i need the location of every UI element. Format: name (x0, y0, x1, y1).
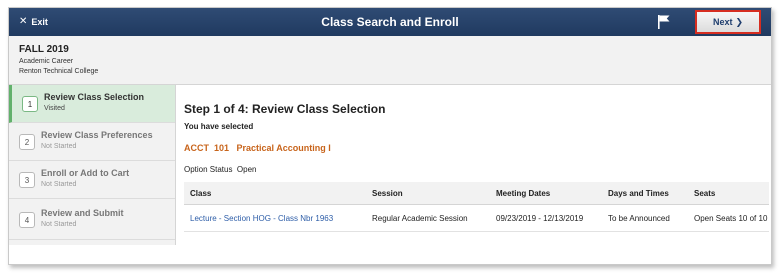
column-header-days-times: Days and Times (602, 182, 688, 205)
class-section-link[interactable]: Lecture - Section HOG - Class Nbr 1963 (184, 204, 366, 232)
step-number-badge: 2 (19, 134, 35, 150)
step-label: Enroll or Add to Cart (41, 168, 130, 178)
next-label: Next (712, 17, 733, 27)
step-status: Not Started (41, 143, 77, 150)
column-header-class: Class (184, 182, 366, 205)
chevron-right-icon: ❯ (735, 16, 744, 27)
flag-icon[interactable] (657, 14, 671, 30)
step-number-badge: 1 (22, 96, 38, 112)
seats-cell: Open Seats 10 of 10 (688, 204, 769, 232)
column-header-meeting-dates: Meeting Dates (490, 182, 602, 205)
step-number-badge: 4 (19, 212, 35, 228)
table-row: Lecture - Section HOG - Class Nbr 1963 R… (184, 204, 769, 232)
step-item-review-class-selection[interactable]: 1 Review Class Selection Visited (9, 85, 175, 123)
step-status: Not Started (41, 181, 77, 188)
institution-label: Renton Technical College (19, 68, 99, 75)
course-title: ACCT 101 Practical Accounting I (184, 143, 331, 153)
step-label: Review Class Preferences (41, 130, 153, 140)
step-number-badge: 3 (19, 172, 35, 188)
column-header-seats: Seats (688, 182, 769, 205)
column-header-session: Session (366, 182, 490, 205)
top-navigation-bar: ✕ Exit Class Search and Enroll Next ❯ (9, 8, 771, 36)
step-label: Review Class Selection (44, 92, 145, 102)
days-times-cell: To be Announced (602, 204, 688, 232)
next-button[interactable]: Next ❯ (695, 10, 761, 34)
step-heading: Step 1 of 4: Review Class Selection (184, 102, 386, 116)
term-info-bar: FALL 2019 Academic Career Renton Technic… (9, 36, 771, 85)
class-details-table: Class Session Meeting Dates Days and Tim… (184, 182, 769, 232)
term-label: FALL 2019 (19, 44, 69, 55)
step-item-review-and-submit[interactable]: 4 Review and Submit Not Started (9, 199, 175, 240)
selection-label: You have selected (184, 122, 254, 131)
step-item-review-class-preferences[interactable]: 2 Review Class Preferences Not Started (9, 123, 175, 161)
table-header-row: Class Session Meeting Dates Days and Tim… (184, 182, 769, 205)
meeting-dates-cell: 09/23/2019 - 12/13/2019 (490, 204, 602, 232)
academic-career-label: Academic Career (19, 58, 74, 65)
main-content: Step 1 of 4: Review Class Selection You … (176, 85, 771, 264)
step-navigation-sidebar: 1 Review Class Selection Visited 2 Revie… (9, 85, 176, 245)
step-label: Review and Submit (41, 208, 124, 218)
session-cell: Regular Academic Session (366, 204, 490, 232)
step-item-enroll-or-add-to-cart[interactable]: 3 Enroll or Add to Cart Not Started (9, 161, 175, 199)
app-window: ✕ Exit Class Search and Enroll Next ❯ FA… (8, 7, 772, 265)
step-status: Visited (44, 105, 65, 112)
step-status: Not Started (41, 221, 77, 228)
option-status: Option Status Open (184, 165, 257, 174)
